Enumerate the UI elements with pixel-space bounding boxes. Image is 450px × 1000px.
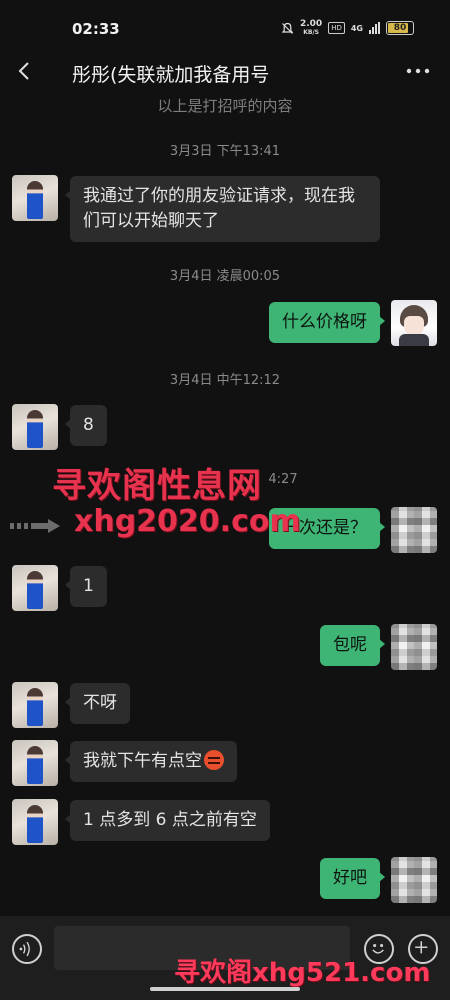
message-text: 我就下午有点空 [83, 751, 202, 771]
battery-level: 80 [393, 23, 407, 33]
message-bubble-incoming[interactable]: 1 [65, 566, 107, 607]
message-text: 好吧 [333, 868, 367, 888]
message-bubble-incoming[interactable]: 我就下午有点空 [65, 741, 237, 782]
message-bubble-incoming[interactable]: 我通过了你的朋友验证请求，现在我们可以开始聊天了 [65, 176, 380, 242]
message-text: 1 点多到 6 点之前有空 [83, 810, 257, 830]
message-bubble-incoming[interactable]: 1 点多到 6 点之前有空 [65, 800, 270, 841]
message-text: 1 [83, 576, 94, 596]
chat-header: 彤彤(失联就加我备用号 [0, 50, 450, 94]
my-avatar[interactable] [391, 300, 437, 346]
voice-icon[interactable] [12, 934, 42, 964]
status-bar: 02:33 2.00 KB/S HD 4G 80 [0, 0, 450, 56]
my-avatar[interactable] [391, 857, 437, 903]
network-speed-unit: KB/S [303, 29, 319, 36]
message-bubble-outgoing[interactable]: 什么价格呀 [269, 302, 385, 343]
angry-emoji-icon [204, 750, 224, 770]
forward-arrow-icon [10, 519, 60, 533]
timestamp: 3月3日 下午13:41 [169, 144, 281, 159]
contact-avatar[interactable] [12, 682, 58, 728]
contact-avatar[interactable] [12, 404, 58, 450]
signal-icon [369, 22, 380, 34]
message-bubble-incoming[interactable]: 8 [65, 405, 107, 446]
greeting-notice: 以上是打招呼的内容 [157, 97, 293, 115]
timestamp: 3月4日 中午12:12 [169, 373, 281, 388]
more-dots-icon[interactable] [406, 66, 430, 76]
watermark-site-url: xhg2020.com [74, 504, 301, 539]
contact-avatar[interactable] [12, 175, 58, 221]
contact-avatar[interactable] [12, 565, 58, 611]
mute-bell-icon [281, 22, 294, 34]
chevron-left-icon[interactable] [14, 60, 36, 82]
contact-avatar[interactable] [12, 799, 58, 845]
message-bubble-outgoing[interactable]: 好吧 [320, 858, 385, 899]
message-text: 我通过了你的朋友验证请求，现在我们可以开始聊天了 [83, 186, 355, 231]
network-type: 4G [350, 23, 363, 33]
message-text: 包呢 [333, 635, 367, 655]
network-speed-value: 2.00 [299, 19, 323, 29]
home-indicator[interactable] [150, 987, 300, 991]
status-time: 02:33 [72, 20, 120, 38]
network-speed: 2.00 KB/S [299, 19, 323, 37]
chat-title: 彤彤(失联就加我备用号 [72, 64, 270, 86]
timestamp: 3月4日 凌晨00:05 [169, 269, 281, 284]
message-text: 不呀 [83, 693, 117, 713]
message-text: 什么价格呀 [282, 312, 367, 332]
message-bubble-incoming[interactable]: 不呀 [65, 683, 130, 724]
status-icons: 2.00 KB/S HD 4G 80 [281, 20, 414, 36]
message-text: 8 [83, 415, 94, 435]
my-avatar[interactable] [391, 507, 437, 553]
watermark-site-name: 寻欢阁性息网 [52, 466, 262, 506]
hd-badge: HD [328, 22, 345, 34]
watermark-bottom: 寻欢阁xhg521.com [174, 958, 431, 988]
my-avatar[interactable] [391, 624, 437, 670]
message-bubble-outgoing[interactable]: 包呢 [320, 625, 385, 666]
battery-icon: 80 [386, 21, 414, 35]
contact-avatar[interactable] [12, 740, 58, 786]
